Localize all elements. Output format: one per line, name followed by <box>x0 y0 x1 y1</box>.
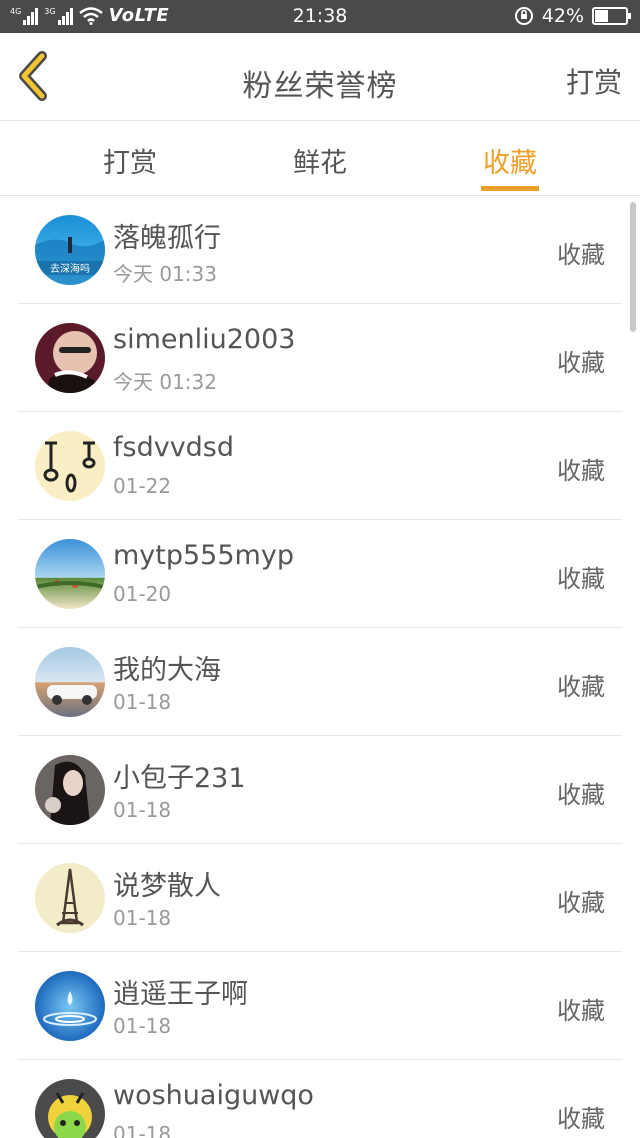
user-name: 说梦散人 <box>113 871 221 902</box>
reward-button[interactable]: 打赏 <box>566 61 622 101</box>
status-right: 42% <box>514 5 631 27</box>
item-action-label: 收藏 <box>557 781 605 809</box>
user-name: 小包子231 <box>113 763 246 794</box>
avatar <box>35 755 105 825</box>
status-bar: 4G 3G VoLTE 21:38 42% <box>0 0 640 33</box>
scrollbar[interactable] <box>630 202 636 332</box>
tab-favorites[interactable]: 收藏 <box>450 141 570 180</box>
list-item[interactable]: woshuaiguwqo 01-18 收藏 <box>18 1060 622 1138</box>
avatar <box>35 431 105 501</box>
item-date: 01-18 <box>113 690 172 714</box>
avatar-caption: 去深海吗 <box>50 262 90 275</box>
fan-list[interactable]: 去深海吗 落魄孤行 今天 01:33 收藏 simenliu2003 今天 01… <box>0 196 640 1138</box>
page-title: 粉丝荣誉榜 <box>242 69 398 104</box>
item-action-label: 收藏 <box>557 565 605 593</box>
list-item[interactable]: 去深海吗 落魄孤行 今天 01:33 收藏 <box>18 196 622 304</box>
item-date: 01-18 <box>113 798 172 822</box>
item-date: 今天 01:32 <box>113 370 217 394</box>
avatar <box>35 863 105 933</box>
item-action-label: 收藏 <box>557 673 605 701</box>
list-item[interactable]: 逍遥王子啊 01-18 收藏 <box>18 952 622 1060</box>
user-name: simenliu2003 <box>113 324 296 355</box>
list-item[interactable]: mytp555myp 01-20 收藏 <box>18 520 622 628</box>
list-item[interactable]: 小包子231 01-18 收藏 <box>18 736 622 844</box>
list-item[interactable]: 说梦散人 01-18 收藏 <box>18 844 622 952</box>
item-date: 今天 01:33 <box>113 262 217 286</box>
user-name: woshuaiguwqo <box>113 1080 314 1111</box>
item-action-label: 收藏 <box>557 1105 605 1133</box>
user-name: 逍遥王子啊 <box>113 979 248 1010</box>
tab-flowers[interactable]: 鲜花 <box>260 141 380 180</box>
item-date: 01-22 <box>113 474 172 498</box>
list-item[interactable]: 我的大海 01-18 收藏 <box>18 628 622 736</box>
rotation-lock-icon <box>514 7 533 25</box>
avatar: 去深海吗 <box>35 215 105 285</box>
item-date: 01-18 <box>113 906 172 930</box>
item-action-label: 收藏 <box>557 349 605 377</box>
avatar <box>35 323 105 393</box>
item-date: 01-18 <box>113 1122 172 1138</box>
avatar <box>35 1079 105 1138</box>
list-item[interactable]: fsdvvdsd 01-22 收藏 <box>18 412 622 520</box>
item-date: 01-20 <box>113 582 172 606</box>
item-action-label: 收藏 <box>557 457 605 485</box>
item-action-label: 收藏 <box>557 889 605 917</box>
user-name: 我的大海 <box>113 655 221 686</box>
avatar <box>35 539 105 609</box>
avatar <box>35 647 105 717</box>
avatar <box>35 971 105 1041</box>
tab-bar: 打赏 鲜花 收藏 <box>0 121 640 196</box>
list-item[interactable]: simenliu2003 今天 01:32 收藏 <box>18 304 622 412</box>
item-date: 01-18 <box>113 1014 172 1038</box>
active-tab-indicator <box>481 186 539 191</box>
item-action-label: 收藏 <box>557 997 605 1025</box>
user-name: fsdvvdsd <box>113 432 235 463</box>
battery-percent: 42% <box>541 5 584 27</box>
nav-header: 粉丝荣誉榜 打赏 <box>0 33 640 121</box>
user-name: mytp555myp <box>113 540 294 571</box>
battery-icon <box>592 7 631 25</box>
tab-reward[interactable]: 打赏 <box>70 141 190 180</box>
item-action-label: 收藏 <box>557 241 605 269</box>
user-name: 落魄孤行 <box>113 223 221 254</box>
